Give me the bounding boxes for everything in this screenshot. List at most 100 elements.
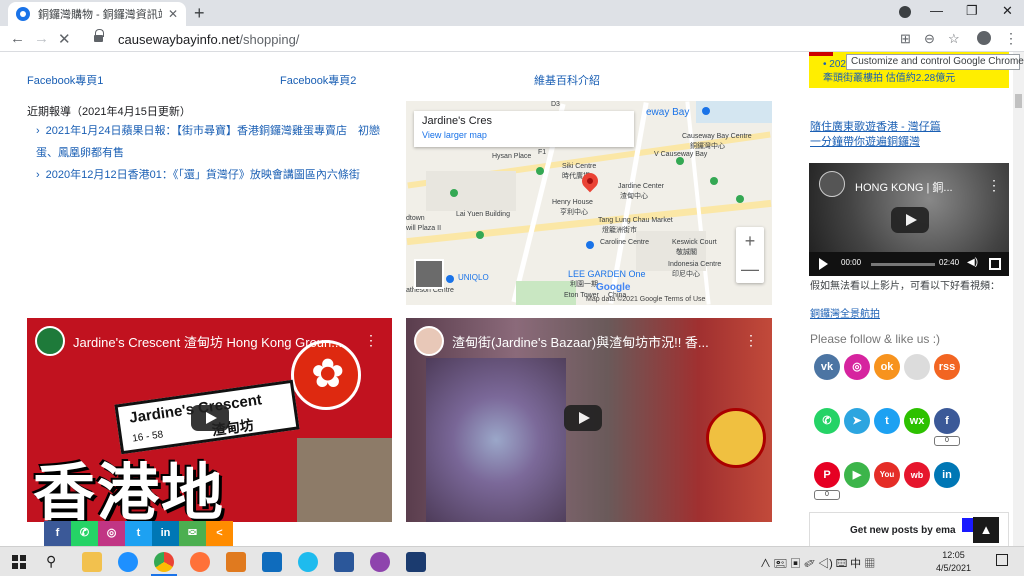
telegram-icon[interactable]: ➤ [844, 408, 870, 434]
sidebar-video[interactable]: HONG KONG | 銅... ⋮ 00:00 02:40 ◀) [809, 163, 1009, 276]
word-icon[interactable] [334, 552, 354, 572]
facebook-page-1-link[interactable]: Facebook專頁1 [27, 72, 103, 88]
video-menu-icon[interactable]: ⋮ [744, 332, 758, 349]
map-place-title: Jardine's Cres [422, 115, 492, 127]
channel-avatar[interactable] [819, 171, 845, 197]
more-share-icon[interactable]: < [206, 521, 233, 546]
play-store-icon[interactable]: ▶ [844, 462, 870, 488]
chrome-icon[interactable] [154, 552, 174, 572]
odnoklassniki-icon[interactable]: ok [874, 354, 900, 380]
email-share-icon[interactable]: ✉ [179, 521, 206, 546]
weibo-icon[interactable]: wb [904, 462, 930, 488]
mail-icon[interactable] [262, 552, 282, 572]
youtube-video-jardines-crescent[interactable]: Jardine's Crescent 16 - 58 渣甸坊 香港地 Jardi… [27, 318, 392, 522]
menu-tooltip: Customize and control Google Chrome [846, 54, 1024, 70]
internet-explorer-icon[interactable] [298, 552, 318, 572]
facebook-icon[interactable]: f [934, 408, 960, 434]
scrollbar-thumb[interactable] [1015, 94, 1022, 108]
wikipedia-link[interactable]: 維基百科介紹 [534, 72, 600, 88]
play-button[interactable] [891, 207, 929, 233]
youtube-video-jardines-bazaar[interactable]: 渣甸街(Jardine's Bazaar)與渣甸坊市況!! 香... ⋮ [406, 318, 772, 522]
video-title[interactable]: Jardine's Crescent 渣甸坊 Hong Kong Groun..… [73, 332, 353, 351]
progress-track[interactable] [871, 263, 935, 266]
share-count: 0 [934, 436, 960, 446]
back-button[interactable]: ← [10, 30, 25, 47]
instagram-icon[interactable]: ◎ [844, 354, 870, 380]
site-favicon-icon [16, 7, 30, 21]
pinterest-icon[interactable]: P [814, 462, 840, 488]
channel-avatar[interactable] [414, 326, 444, 356]
vk-icon[interactable]: vk [814, 354, 840, 380]
video-title[interactable]: 渣甸街(Jardine's Bazaar)與渣甸坊市況!! 香... [452, 332, 732, 351]
video-menu-icon[interactable]: ⋮ [987, 177, 1001, 194]
instagram-share-icon[interactable]: ◎ [98, 521, 125, 546]
wechat-icon[interactable]: wx [904, 408, 930, 434]
play-button[interactable] [564, 405, 602, 431]
fullscreen-icon[interactable] [989, 258, 1001, 270]
notification-icon[interactable] [996, 554, 1008, 566]
store-icon[interactable] [226, 552, 246, 572]
facebook-page-2-link[interactable]: Facebook專頁2 [280, 72, 356, 88]
minimize-button[interactable]: — [930, 3, 943, 18]
page-scrollbar[interactable] [1013, 52, 1024, 546]
stop-loading-button[interactable]: ✕ [58, 30, 71, 48]
map-zoom-control: + — [736, 227, 764, 283]
volume-icon[interactable]: ◀) [967, 257, 978, 268]
firefox-icon[interactable] [190, 552, 210, 572]
map-attribution[interactable]: Map data ©2021 Google Terms of Use [586, 296, 705, 303]
whatsapp-icon[interactable]: ✆ [814, 408, 840, 434]
share-count: 0 [814, 490, 840, 500]
photos-app-icon[interactable] [406, 552, 426, 572]
promo-link-1[interactable]: 隨住廣東歌遊香港 - 灣仔篇 [810, 120, 1010, 135]
whatsapp-share-icon[interactable]: ✆ [71, 521, 98, 546]
address-bar[interactable]: causewaybayinfo.net/shopping/ [84, 27, 894, 51]
system-tray[interactable]: ∧ 🖭 ▣ ✐ ◁) ⌨ 中 ▦ [760, 555, 875, 574]
zoom-icon[interactable]: ⊖ [924, 31, 935, 47]
twitter-icon[interactable]: t [874, 408, 900, 434]
rss-icon[interactable]: rss [934, 354, 960, 380]
play-icon[interactable] [819, 258, 828, 270]
tab-close-icon[interactable]: ✕ [168, 7, 178, 21]
youtube-icon[interactable]: You [874, 462, 900, 488]
blank-social-icon[interactable] [904, 354, 930, 380]
profile-avatar[interactable] [977, 31, 991, 45]
close-window-button[interactable]: ✕ [1002, 3, 1013, 19]
news-item[interactable]: 2021年1月24日蘋果日報：【街市尋寶】香港銅鑼灣雞蛋專賣店 初戀蛋、鳳凰卵都… [36, 120, 386, 164]
restore-button[interactable]: ❐ [966, 3, 978, 19]
video-menu-icon[interactable]: ⋮ [364, 332, 378, 349]
browser-toolbar: ← → ✕ causewaybayinfo.net/shopping/ ⊞ ⊖ … [0, 26, 1024, 52]
linkedin-icon[interactable]: in [934, 462, 960, 488]
browser-tab[interactable]: 銅鑼灣購物 - 銅鑼灣資訊站 ✕ [8, 2, 186, 26]
windows-start-icon[interactable] [12, 555, 26, 569]
aerial-video-link[interactable]: 銅鑼灣全景航拍 [810, 307, 1010, 322]
current-time: 00:00 [841, 258, 862, 267]
translate-icon[interactable]: ⊞ [900, 31, 911, 47]
facebook-share-icon[interactable]: f [44, 521, 71, 546]
google-map[interactable]: Jardine's Cres View larger map eway Bay … [406, 101, 772, 305]
video-banner-text: 香港地 [33, 456, 226, 522]
twitter-share-icon[interactable]: t [125, 521, 152, 546]
promo-link-2[interactable]: 一分鐘帶你遊遍銅鑼灣 [810, 135, 1010, 150]
view-larger-map-link[interactable]: View larger map [422, 130, 626, 140]
file-explorer-icon[interactable] [82, 552, 102, 572]
linkedin-share-icon[interactable]: in [152, 521, 179, 546]
chrome-menu-button[interactable]: ⋮ [1004, 30, 1018, 47]
sidebar-video-title[interactable]: HONG KONG | 銅... [855, 179, 953, 195]
new-tab-button[interactable]: + [194, 3, 205, 24]
street-view-thumbnail[interactable] [414, 259, 444, 289]
edge-icon[interactable] [118, 552, 138, 572]
media-app-icon[interactable] [370, 552, 390, 572]
zoom-in-button[interactable]: + [736, 227, 764, 255]
search-icon[interactable]: ⚲ [46, 553, 56, 570]
zoom-out-button[interactable]: — [736, 255, 764, 283]
tab-search-icon[interactable] [899, 6, 911, 18]
bookmark-star-icon[interactable]: ☆ [948, 31, 960, 47]
back-to-top-button[interactable]: ▲ [973, 517, 999, 543]
forward-button[interactable]: → [34, 30, 49, 47]
lock-icon[interactable] [94, 29, 104, 43]
subscribe-heading: Get new posts by ema [850, 525, 956, 536]
channel-avatar[interactable] [35, 326, 65, 356]
play-button[interactable] [191, 405, 229, 431]
news-item[interactable]: 2020年12月12日香港01：《「還」貨灣仔》放映會講圖區內六條街 [36, 164, 386, 186]
taskbar-clock[interactable]: 12:05 4/5/2021 [936, 549, 971, 575]
